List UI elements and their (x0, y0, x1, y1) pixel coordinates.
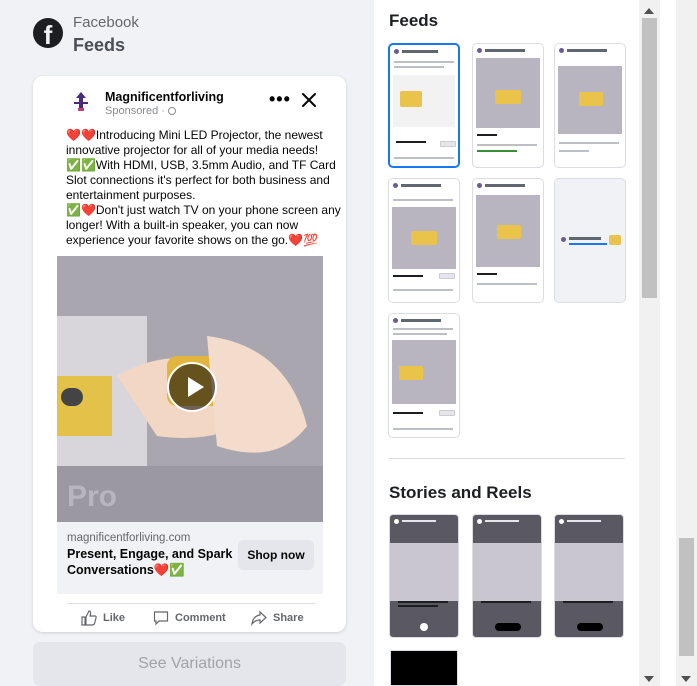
primary-text-line: ✅✅With HDMI, USB, 3.5mm Audio, and TF Ca… (66, 158, 336, 202)
link-cta-bar[interactable]: magnificentforliving.com Present, Engage… (57, 522, 323, 594)
feed-placement-thumbnail[interactable] (388, 178, 460, 303)
ad-post-card: Magnificentforliving Sponsored · ••• ❤️❤… (33, 76, 346, 632)
scroll-down-icon[interactable] (681, 676, 691, 682)
video-watermark: Pro (67, 480, 117, 513)
divider (389, 458, 625, 459)
story-placement-thumbnail[interactable] (389, 514, 459, 638)
scrollbar-thumb[interactable] (642, 18, 657, 298)
sponsored-label: Sponsored · (105, 105, 176, 117)
globe-icon (167, 107, 176, 116)
link-headline: Present, Engage, and Spark Conversations… (67, 547, 233, 577)
feed-placement-thumbnail[interactable] (472, 178, 544, 303)
like-button[interactable]: Like (81, 607, 141, 629)
feed-placement-thumbnail[interactable] (472, 43, 544, 168)
reel-placement-thumbnail[interactable] (554, 514, 624, 638)
facebook-icon: f (33, 18, 63, 48)
close-icon[interactable] (299, 90, 319, 110)
scrollbar-thumb[interactable] (679, 538, 694, 656)
feeds-section-title: Feeds (389, 11, 439, 30)
like-icon (81, 610, 97, 626)
primary-text-line: ❤️❤️Introducing Mini LED Projector, the … (66, 128, 323, 157)
see-variations-button[interactable]: See Variations (33, 642, 346, 686)
reel-placement-thumbnail[interactable] (472, 514, 542, 638)
placement-label: Feeds (73, 35, 126, 55)
play-icon[interactable] (167, 362, 217, 412)
comment-button[interactable]: Comment (153, 607, 233, 629)
feed-placement-thumbnail[interactable] (554, 43, 626, 168)
share-button[interactable]: Share (251, 607, 311, 629)
primary-text-line: ✅❤️Don't just watch TV on your phone scr… (66, 203, 341, 247)
feed-placement-thumbnail[interactable] (388, 313, 460, 438)
scroll-up-icon[interactable] (644, 8, 654, 14)
scrollbar-area (639, 0, 697, 686)
story-placement-thumbnail[interactable] (390, 650, 458, 686)
comment-icon (153, 611, 169, 626)
page-name[interactable]: Magnificentforliving (105, 90, 224, 104)
scroll-down-icon[interactable] (644, 676, 654, 682)
feed-placement-thumbnail[interactable] (554, 178, 626, 303)
page-avatar (67, 88, 95, 116)
placements-pane: Feeds Stories and Reels (374, 0, 639, 686)
stories-section-title: Stories and Reels (389, 483, 532, 502)
page-scrollbar[interactable] (676, 0, 697, 686)
primary-text: ❤️❤️Introducing Mini LED Projector, the … (66, 128, 346, 248)
link-domain: magnificentforliving.com (67, 532, 191, 544)
platform-label: Facebook (73, 14, 139, 31)
divider (67, 603, 315, 604)
placements-scrollbar[interactable] (639, 0, 660, 686)
ad-preview-pane: f Facebook Feeds Magnificentforliving Sp… (0, 0, 374, 686)
more-options-icon[interactable]: ••• (269, 89, 291, 110)
share-icon (251, 610, 267, 626)
shop-now-button[interactable]: Shop now (238, 540, 314, 570)
feed-placement-thumbnail[interactable] (388, 43, 460, 168)
ad-video[interactable]: Pro (57, 256, 323, 522)
